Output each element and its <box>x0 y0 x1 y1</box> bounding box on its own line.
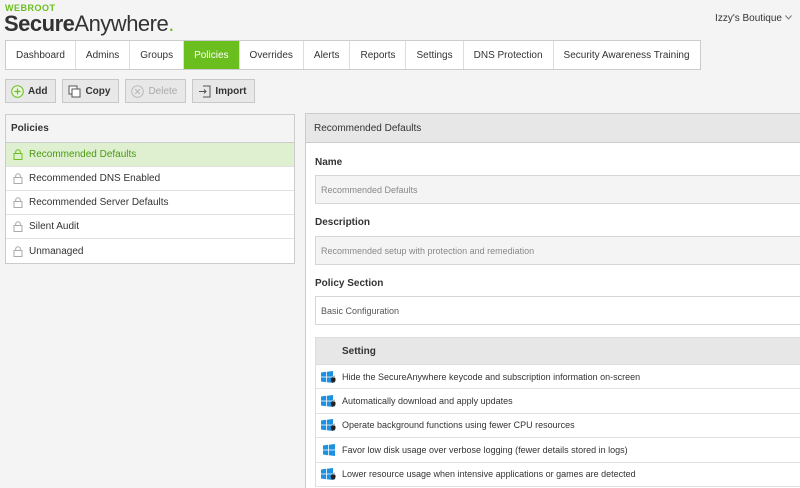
tab-security-awareness-training[interactable]: Security Awareness Training <box>554 41 700 69</box>
name-label: Name <box>315 157 343 168</box>
setting-label: Hide the SecureAnywhere keycode and subs… <box>342 371 641 382</box>
delete-button[interactable]: Delete <box>125 79 187 103</box>
setting-row[interactable]: Lower resource usage when intensive appl… <box>316 463 800 487</box>
windows-mac-icon <box>316 468 342 481</box>
windows-icon <box>316 443 342 456</box>
tab-dashboard[interactable]: Dashboard <box>6 41 76 69</box>
policy-section-select[interactable]: Basic Configuration <box>315 296 800 325</box>
lock-icon <box>11 220 24 233</box>
setting-row[interactable]: Automatically download and apply updates <box>316 389 800 414</box>
policy-item-label: Silent Audit <box>29 221 80 232</box>
settings-header: Setting <box>316 337 800 365</box>
lock-icon <box>11 245 24 258</box>
tab-alerts[interactable]: Alerts <box>304 41 351 69</box>
delete-label: Delete <box>148 85 178 97</box>
settings-table: Setting Hide the SecureAnywhere keycode … <box>315 337 800 487</box>
app-header: WEBROOT SecureAnywhere. Izzy's Boutique <box>0 0 800 40</box>
lock-icon <box>11 148 24 161</box>
tab-groups[interactable]: Groups <box>130 41 185 69</box>
policy-section-label: Policy Section <box>315 278 384 289</box>
account-menu[interactable]: Izzy's Boutique <box>715 13 792 24</box>
policy-item[interactable]: Unmanaged <box>6 239 294 263</box>
setting-label: Automatically download and apply updates <box>342 396 513 407</box>
tab-reports[interactable]: Reports <box>350 41 407 69</box>
chevron-down-icon <box>785 15 792 22</box>
lock-icon <box>11 196 24 209</box>
description-label: Description <box>315 217 371 228</box>
detail-header: Recommended Defaults <box>306 114 800 143</box>
add-button[interactable]: Add <box>5 79 57 103</box>
main-tabs: Dashboard Admins Groups Policies Overrid… <box>5 40 701 70</box>
copy-button[interactable]: Copy <box>62 79 120 103</box>
setting-label: Operate background functions using fewer… <box>342 420 575 431</box>
windows-mac-icon <box>316 370 342 383</box>
policy-detail-panel: Recommended Defaults Name Recommended De… <box>305 113 800 488</box>
tab-dns-protection[interactable]: DNS Protection <box>464 41 554 69</box>
tab-overrides[interactable]: Overrides <box>240 41 304 69</box>
logo: SecureAnywhere. <box>4 11 174 37</box>
name-field[interactable]: Recommended Defaults <box>315 175 800 204</box>
copy-icon <box>68 85 81 98</box>
setting-row[interactable]: Favor low disk usage over verbose loggin… <box>316 438 800 463</box>
import-button[interactable]: Import <box>192 79 256 103</box>
account-name: Izzy's Boutique <box>715 13 782 24</box>
policy-item[interactable]: Silent Audit <box>6 215 294 239</box>
windows-mac-icon <box>316 419 342 432</box>
delete-circle-icon <box>131 84 145 98</box>
description-field[interactable]: Recommended setup with protection and re… <box>315 236 800 265</box>
tab-admins[interactable]: Admins <box>76 41 131 69</box>
policy-item[interactable]: Recommended Defaults <box>6 143 294 167</box>
policy-item-label: Recommended DNS Enabled <box>29 173 161 184</box>
toolbar: Add Copy Delete Import <box>5 79 256 103</box>
logo-bold: Secure <box>4 11 75 36</box>
setting-row[interactable]: Operate background functions using fewer… <box>316 414 800 439</box>
setting-row[interactable]: Hide the SecureAnywhere keycode and subs… <box>316 365 800 390</box>
policy-item-label: Recommended Server Defaults <box>29 197 169 208</box>
logo-dot: . <box>168 11 174 36</box>
tab-policies[interactable]: Policies <box>184 41 240 69</box>
plus-circle-icon <box>11 84 24 98</box>
tab-settings[interactable]: Settings <box>406 41 464 69</box>
import-label: Import <box>215 85 247 97</box>
logo-light: Anywhere <box>74 11 169 36</box>
policy-item-label: Unmanaged <box>29 245 84 257</box>
policy-item[interactable]: Recommended Server Defaults <box>6 191 294 215</box>
setting-label: Lower resource usage when intensive appl… <box>342 469 636 480</box>
policy-item[interactable]: Recommended DNS Enabled <box>6 167 294 191</box>
policy-item-label: Recommended Defaults <box>29 149 137 160</box>
policies-panel: Policies Recommended Defaults Recommende… <box>5 114 295 264</box>
add-label: Add <box>28 85 48 97</box>
lock-icon <box>11 172 24 185</box>
copy-label: Copy <box>85 85 111 97</box>
policies-header: Policies <box>6 115 294 143</box>
windows-mac-icon <box>316 395 342 408</box>
import-icon <box>198 85 211 98</box>
setting-label: Favor low disk usage over verbose loggin… <box>342 444 628 455</box>
